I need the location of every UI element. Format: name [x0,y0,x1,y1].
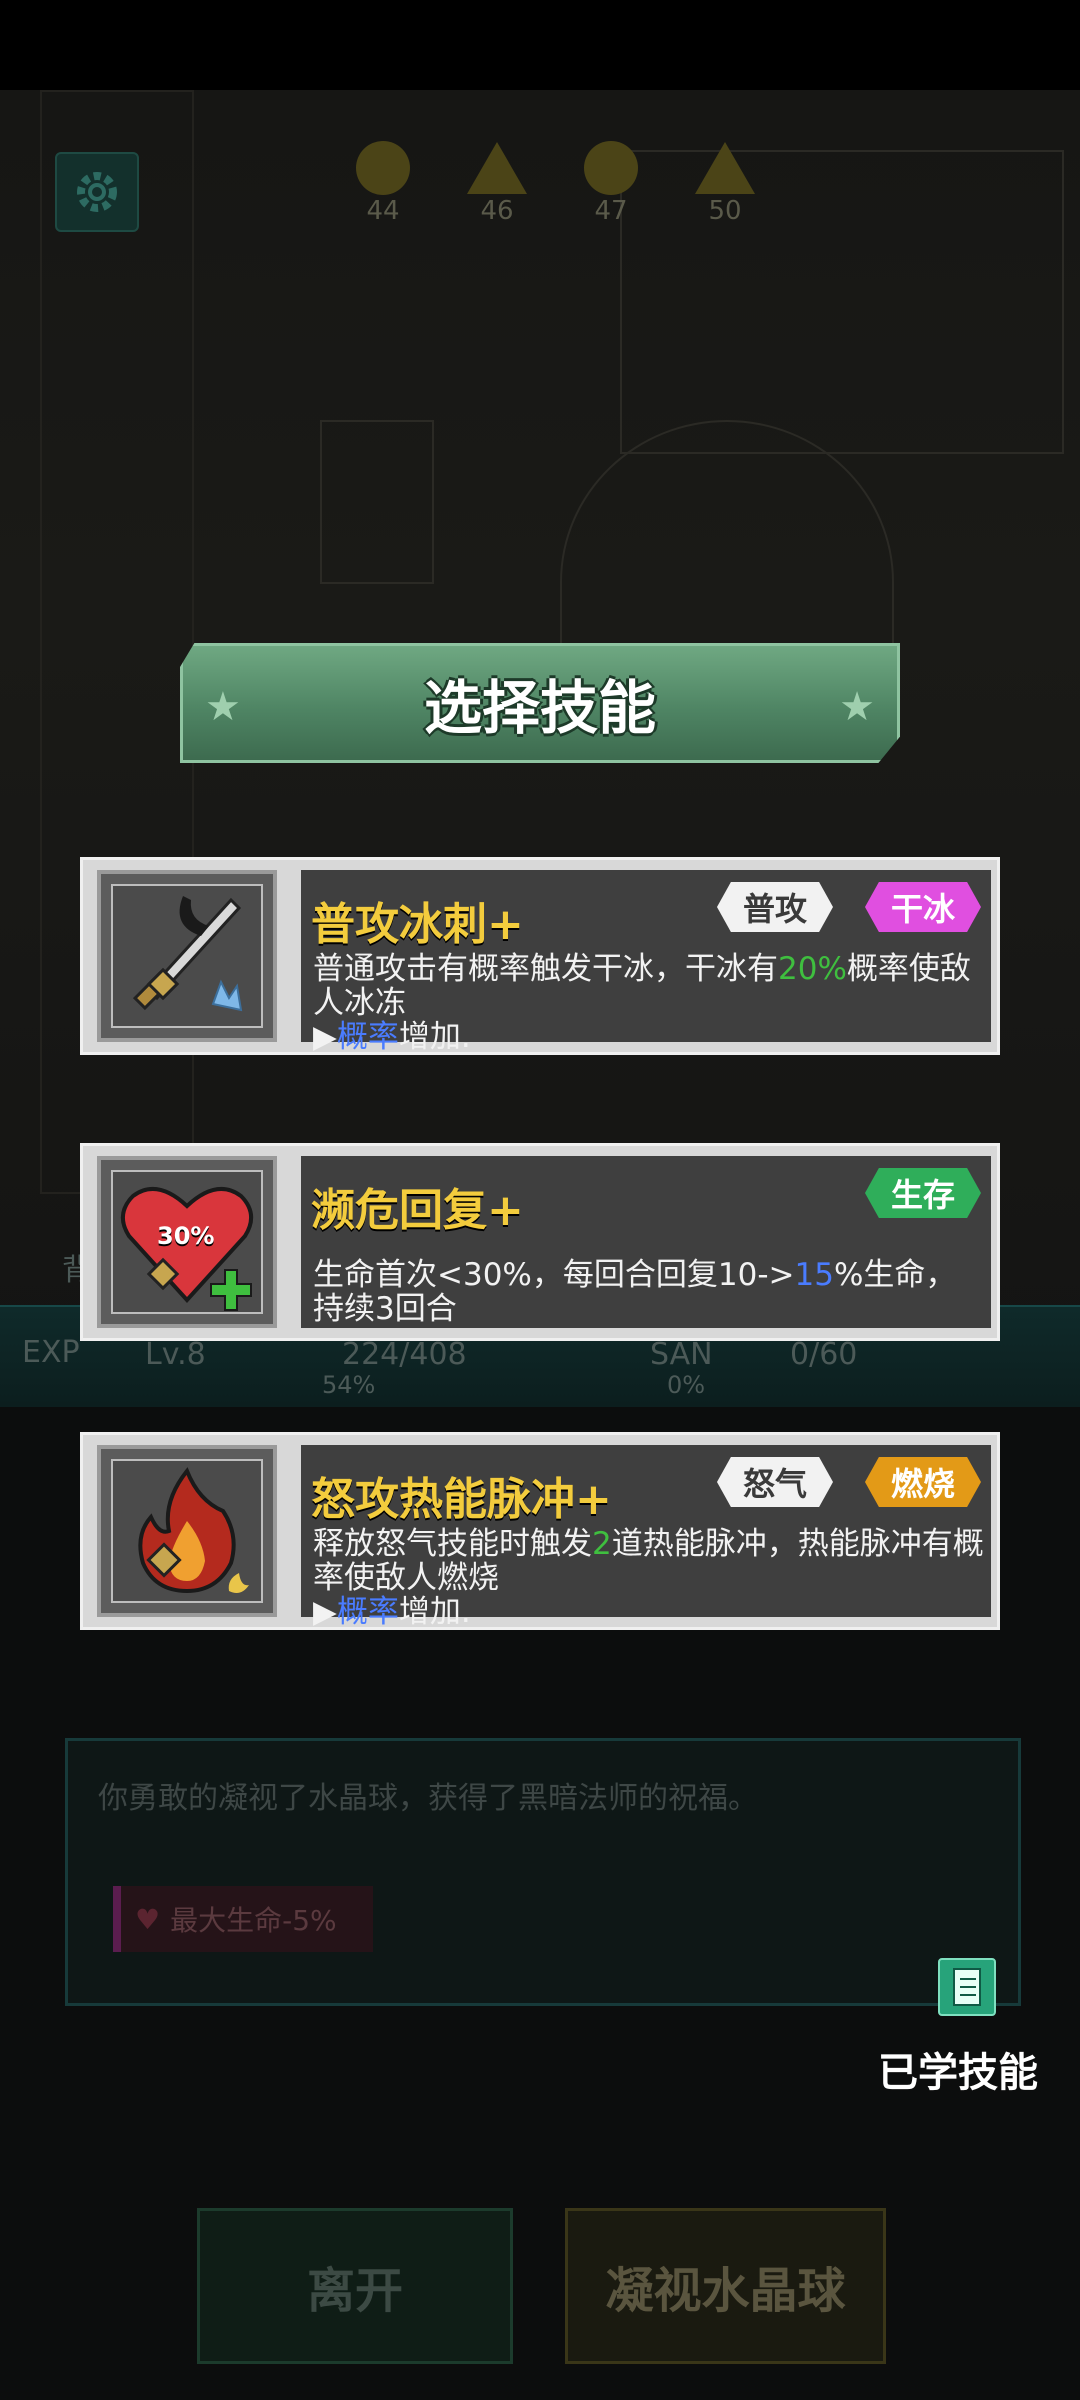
tag-dry-ice: 干冰 [864,882,981,932]
stage-number: 47 [594,196,628,226]
select-skill-banner: ★ 选择技能 ★ [180,643,900,763]
gear-icon [77,172,117,212]
skill-name: 怒攻热能脉冲+ [311,1474,612,1525]
event-message-panel: 你勇敢的凝视了水晶球，获得了黑暗法师的祝福。 ♥ 最大生命-5% [65,1738,1021,2006]
page-title: 选择技能 [423,674,656,742]
skill-icon-frame [97,1445,277,1617]
learned-skills-label[interactable]: 已学技能 [878,2040,1038,2098]
heart-icon: 30% [111,1170,263,1314]
san-value: 0/60 [790,1337,858,1372]
desc-text: 增加. [398,1594,471,1630]
skill-card-critical-recovery[interactable]: 30% 濒危回复+ 生存 生命首次<30%，每回合回复10->15%生命，持续3… [80,1143,1000,1341]
event-message: 你勇敢的凝视了水晶球，获得了黑暗法师的祝福。 [98,1781,758,1816]
hp-percent: 54% [322,1371,376,1399]
skill-card-thermal-pulse[interactable]: 怒攻热能脉冲+ 怒气 燃烧 释放怒气技能时触发2道热能脉冲，热能脉冲有概率使敌人… [80,1432,1000,1630]
san-label: SAN [650,1337,713,1372]
sword-icon [111,884,263,1028]
tag-burn: 燃烧 [864,1457,981,1507]
hp-value: 224/408 [342,1337,467,1372]
stage-number: 46 [480,196,514,226]
buff-chip: ♥ 最大生命-5% [113,1886,373,1952]
skill-description: 普通攻击有概率触发干冰，干冰有20%概率使敌人冰冻 ▶概率增加. [313,952,985,1054]
desc-highlight: 2 [592,1526,612,1562]
desc-text: 释放怒气技能时触发 [313,1526,592,1562]
desc-keyword: 概率 [336,1019,399,1055]
level-label: Lv.8 [145,1337,206,1372]
arrow-icon: ▶ [313,1594,337,1630]
skill-description: 释放怒气技能时触发2道热能脉冲，热能脉冲有概率使敌人燃烧 ▶概率增加. [313,1527,985,1629]
desc-highlight: 15 [794,1257,834,1293]
desc-highlight: 20% [778,951,847,987]
tag-survival: 生存 [864,1168,981,1218]
desc-text: 生命首次<30%，每回合回复10-> [313,1257,795,1293]
coin-icon [353,140,413,196]
learned-skills-button[interactable] [938,1958,996,2016]
leave-button[interactable]: 离开 [197,2208,513,2364]
skill-card-ice-spike[interactable]: 普攻冰刺+ 普攻 干冰 普通攻击有概率触发干冰，干冰有20%概率使敌人冰冻 ▶概… [80,857,1000,1055]
flame-icon [111,1459,263,1603]
tag-normal-attack: 普攻 [716,882,833,932]
san-percent: 0% [667,1371,706,1399]
exp-label: EXP [22,1335,80,1370]
stage-marker: 44 [350,140,416,226]
skill-icon-frame: 30% [97,1156,277,1328]
buff-text: 最大生命-5% [170,1904,337,1937]
star-icon: ★ [205,684,241,730]
skill-name: 濒危回复+ [311,1185,524,1236]
skill-text-panel: 怒攻热能脉冲+ 怒气 燃烧 释放怒气技能时触发2道热能脉冲，热能脉冲有概率使敌人… [301,1445,991,1629]
heart-icon: ♥ [135,1902,161,1936]
desc-text: 增加. [398,1019,471,1055]
stage-number: 50 [708,196,742,226]
settings-button[interactable] [55,152,139,232]
skill-name: 普攻冰刺+ [311,899,524,950]
desc-keyword: 概率 [336,1594,399,1630]
skill-icon-frame [97,870,277,1042]
arrow-icon: ▶ [313,1019,337,1055]
skill-description: 生命首次<30%，每回合回复10->15%生命，持续3回合 [313,1258,985,1326]
star-icon: ★ [839,684,875,730]
stage-marker: 50 [692,140,758,226]
gaze-crystal-ball-button[interactable]: 凝视水晶球 [565,2208,886,2364]
stage-marker: 47 [578,140,644,226]
scene-window [320,420,434,584]
notebook-icon [953,1968,981,2006]
icon-badge: 30% [157,1222,215,1250]
tag-rage: 怒气 [716,1457,833,1507]
coin-icon [581,140,641,196]
warning-icon [467,140,527,196]
skill-text-panel: 普攻冰刺+ 普攻 干冰 普通攻击有概率触发干冰，干冰有20%概率使敌人冰冻 ▶概… [301,870,991,1054]
warning-icon [695,140,755,196]
stage-number: 44 [366,196,400,226]
stage-progress: 44 46 47 50 [350,140,758,226]
skill-text-panel: 濒危回复+ 生存 生命首次<30%，每回合回复10->15%生命，持续3回合 [301,1156,991,1328]
status-bar [0,0,1080,90]
stage-marker: 46 [464,140,530,226]
desc-text: 普通攻击有概率触发干冰，干冰有 [313,951,778,987]
